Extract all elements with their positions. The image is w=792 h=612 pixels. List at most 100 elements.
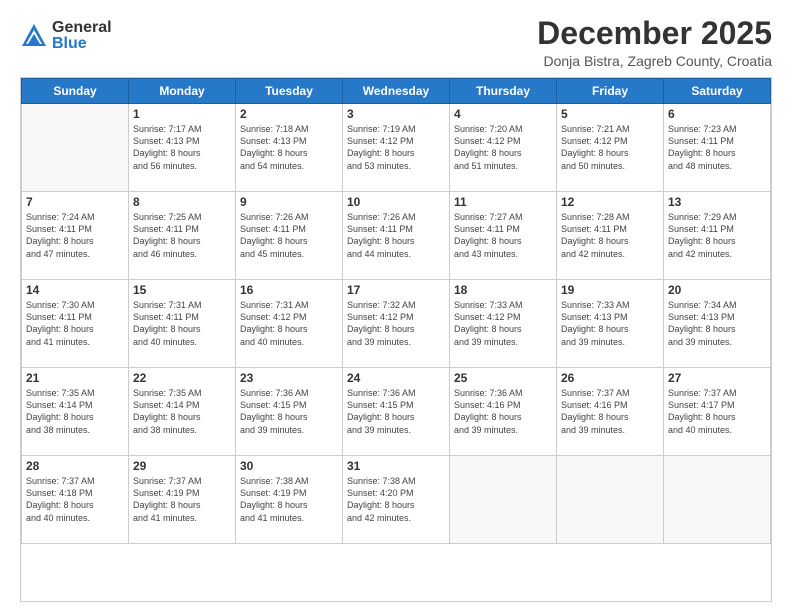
day-number: 30 (240, 459, 338, 473)
day-number: 14 (26, 283, 124, 297)
cell-info-line: Sunrise: 7:33 AM (454, 299, 552, 311)
cell-info-line: and 39 minutes. (240, 424, 338, 436)
cell-info: Sunrise: 7:34 AMSunset: 4:13 PMDaylight:… (668, 299, 766, 348)
cell-info: Sunrise: 7:30 AMSunset: 4:11 PMDaylight:… (26, 299, 124, 348)
cell-info-line: Sunrise: 7:31 AM (133, 299, 231, 311)
cell-info-line: Daylight: 8 hours (668, 411, 766, 423)
cell-info-line: Sunrise: 7:37 AM (561, 387, 659, 399)
cell-info: Sunrise: 7:29 AMSunset: 4:11 PMDaylight:… (668, 211, 766, 260)
day-header-monday: Monday (129, 79, 236, 104)
cell-info: Sunrise: 7:28 AMSunset: 4:11 PMDaylight:… (561, 211, 659, 260)
cell-info-line: Sunrise: 7:26 AM (347, 211, 445, 223)
cal-cell: 13 Sunrise: 7:29 AMSunset: 4:11 PMDayligh… (664, 192, 771, 280)
cell-info: Sunrise: 7:18 AMSunset: 4:13 PMDaylight:… (240, 123, 338, 172)
cell-info: Sunrise: 7:38 AMSunset: 4:19 PMDaylight:… (240, 475, 338, 524)
day-number: 15 (133, 283, 231, 297)
day-number: 6 (668, 107, 766, 121)
cal-cell (450, 456, 557, 544)
cal-cell: 27Sunrise: 7:37 AMSunset: 4:17 PMDayligh… (664, 368, 771, 456)
day-number: 4 (454, 107, 552, 121)
cal-cell: 10Sunrise: 7:26 AMSunset: 4:11 PMDayligh… (343, 192, 450, 280)
cell-info-line: and 40 minutes. (668, 424, 766, 436)
cell-info-line: Daylight: 8 hours (454, 323, 552, 335)
cal-cell (557, 456, 664, 544)
day-number: 24 (347, 371, 445, 385)
cell-info: Sunrise: 7:35 AMSunset: 4:14 PMDaylight:… (26, 387, 124, 436)
cal-cell: 22Sunrise: 7:35 AMSunset: 4:14 PMDayligh… (129, 368, 236, 456)
cell-info-line: and 50 minutes. (561, 160, 659, 172)
cell-info-line: Daylight: 8 hours (668, 235, 766, 247)
cal-cell: 24Sunrise: 7:36 AMSunset: 4:15 PMDayligh… (343, 368, 450, 456)
cell-info-line: Sunset: 4:12 PM (240, 311, 338, 323)
cell-info-line: and 43 minutes. (454, 248, 552, 260)
cal-cell: 6Sunrise: 7:23 AMSunset: 4:11 PMDaylight… (664, 104, 771, 192)
cell-info-line: Daylight: 8 hours (240, 323, 338, 335)
cell-info-line: Sunrise: 7:18 AM (240, 123, 338, 135)
cal-cell: 14 Sunrise: 7:30 AMSunset: 4:11 PMDayligh… (22, 280, 129, 368)
cell-info: Sunrise: 7:35 AMSunset: 4:14 PMDaylight:… (133, 387, 231, 436)
cell-info-line: and 39 minutes. (347, 424, 445, 436)
cal-cell: 9Sunrise: 7:26 AMSunset: 4:11 PMDaylight… (236, 192, 343, 280)
cell-info-line: and 42 minutes. (668, 248, 766, 260)
cell-info-line: Sunrise: 7:34 AM (668, 299, 766, 311)
cell-info-line: Sunset: 4:14 PM (26, 399, 124, 411)
cell-info-line: Daylight: 8 hours (26, 411, 124, 423)
cell-info-line: Sunset: 4:13 PM (240, 135, 338, 147)
cell-info-line: and 41 minutes. (133, 512, 231, 524)
day-number: 17 (347, 283, 445, 297)
cell-info-line: Daylight: 8 hours (133, 235, 231, 247)
cell-info-line: Sunset: 4:13 PM (668, 311, 766, 323)
cell-info-line: Sunrise: 7:37 AM (26, 475, 124, 487)
cell-info-line: Sunset: 4:11 PM (240, 223, 338, 235)
cell-info-line: Daylight: 8 hours (240, 411, 338, 423)
cell-info-line: Daylight: 8 hours (347, 411, 445, 423)
cell-info-line: Daylight: 8 hours (133, 499, 231, 511)
cell-info-line: and 54 minutes. (240, 160, 338, 172)
cell-info: Sunrise: 7:26 AMSunset: 4:11 PMDaylight:… (347, 211, 445, 260)
day-number: 2 (240, 107, 338, 121)
cell-info-line: Daylight: 8 hours (347, 147, 445, 159)
cell-info-line: Daylight: 8 hours (133, 147, 231, 159)
cell-info-line: and 39 minutes. (561, 424, 659, 436)
cell-info-line: Daylight: 8 hours (454, 411, 552, 423)
cell-info-line: Daylight: 8 hours (454, 147, 552, 159)
cell-info-line: Daylight: 8 hours (561, 147, 659, 159)
cell-info-line: Sunrise: 7:35 AM (133, 387, 231, 399)
cell-info-line: and 41 minutes. (26, 336, 124, 348)
generalblue-icon (20, 22, 48, 50)
cell-info-line: Sunrise: 7:20 AM (454, 123, 552, 135)
cell-info-line: Sunset: 4:18 PM (26, 487, 124, 499)
cell-info-line: Daylight: 8 hours (561, 411, 659, 423)
day-number: 13 (668, 195, 766, 209)
cell-info-line: Sunset: 4:11 PM (133, 311, 231, 323)
cell-info-line: Sunset: 4:11 PM (26, 223, 124, 235)
cell-info-line: and 40 minutes. (133, 336, 231, 348)
cell-info-line: Sunset: 4:17 PM (668, 399, 766, 411)
cell-info-line: and 39 minutes. (454, 424, 552, 436)
cell-info-line: Sunrise: 7:25 AM (133, 211, 231, 223)
cal-cell (22, 104, 129, 192)
cell-info-line: and 51 minutes. (454, 160, 552, 172)
cell-info-line: Sunset: 4:15 PM (240, 399, 338, 411)
location: Donja Bistra, Zagreb County, Croatia (537, 53, 772, 69)
cell-info-line: Daylight: 8 hours (133, 323, 231, 335)
day-number: 3 (347, 107, 445, 121)
cell-info-line: Daylight: 8 hours (26, 235, 124, 247)
day-header-sunday: Sunday (22, 79, 129, 104)
day-number: 5 (561, 107, 659, 121)
calendar: SundayMondayTuesdayWednesdayThursdayFrid… (20, 77, 772, 602)
cell-info-line: Sunrise: 7:19 AM (347, 123, 445, 135)
logo-text: General Blue (52, 20, 112, 52)
cell-info-line: Sunset: 4:11 PM (668, 223, 766, 235)
cell-info-line: Sunset: 4:15 PM (347, 399, 445, 411)
cal-cell: 21Sunrise: 7:35 AMSunset: 4:14 PMDayligh… (22, 368, 129, 456)
day-header-friday: Friday (557, 79, 664, 104)
cell-info-line: Sunset: 4:16 PM (561, 399, 659, 411)
cal-cell: 15 Sunrise: 7:31 AMSunset: 4:11 PMDayligh… (129, 280, 236, 368)
cell-info-line: Sunset: 4:12 PM (454, 311, 552, 323)
cal-cell: 8Sunrise: 7:25 AMSunset: 4:11 PMDaylight… (129, 192, 236, 280)
cell-info-line: Sunset: 4:19 PM (133, 487, 231, 499)
title-area: December 2025 Donja Bistra, Zagreb Count… (537, 16, 772, 69)
cell-info-line: Sunset: 4:20 PM (347, 487, 445, 499)
day-header-thursday: Thursday (450, 79, 557, 104)
